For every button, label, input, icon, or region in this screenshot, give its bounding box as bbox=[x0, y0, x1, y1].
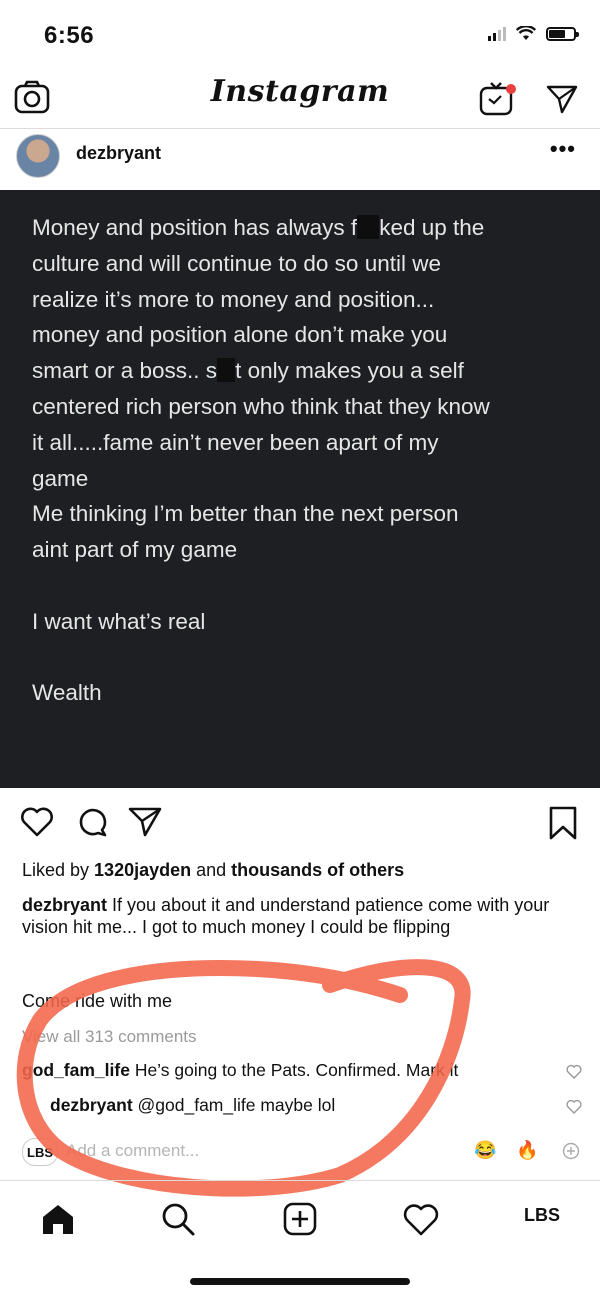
add-comment-input[interactable]: Add a comment... bbox=[66, 1141, 199, 1161]
image-text-line: ked up the bbox=[379, 215, 485, 240]
image-text-line: game bbox=[32, 465, 89, 491]
image-text-line: I want what’s real bbox=[32, 608, 206, 634]
comment-row: god_fam_life He’s going to the Pats. Con… bbox=[22, 1060, 458, 1081]
image-text-line: it all.....fame ain’t never been apart o… bbox=[32, 429, 439, 455]
bottom-tab-bar: LBS bbox=[0, 1180, 600, 1257]
image-text-line: centered rich person who think that they… bbox=[32, 393, 490, 419]
cellular-signal-icon bbox=[488, 26, 506, 41]
image-text-line: Wealth bbox=[32, 680, 102, 706]
comment-text: He’s going to the Pats. Confirmed. Mark … bbox=[129, 1060, 459, 1080]
image-text-line: Me thinking I’m better than the next per… bbox=[32, 501, 459, 527]
caption-username[interactable]: dezbryant bbox=[22, 895, 107, 915]
image-text-line: culture and will continue to do so until… bbox=[32, 250, 441, 276]
comment-row: dezbryant @god_fam_life maybe lol bbox=[50, 1095, 335, 1116]
comment-icon[interactable] bbox=[76, 806, 108, 838]
post-header: dezbryant ••• bbox=[0, 128, 600, 188]
comment-username[interactable]: dezbryant bbox=[50, 1095, 133, 1115]
status-time: 6:56 bbox=[44, 22, 95, 49]
post-image-text: Money and position has always f ked up th… bbox=[32, 210, 572, 711]
new-post-icon[interactable] bbox=[282, 1201, 318, 1237]
activity-heart-icon[interactable] bbox=[402, 1203, 440, 1237]
post-caption: dezbryant If you about it and understand… bbox=[22, 894, 582, 938]
caption-text-2: Come ride with me bbox=[22, 991, 173, 1011]
status-bar: 6:56 bbox=[0, 0, 600, 70]
comment-like-icon[interactable] bbox=[566, 1099, 582, 1114]
profile-tab[interactable]: LBS bbox=[524, 1205, 560, 1226]
likes-summary[interactable]: Liked by 1320jayden and thousands of oth… bbox=[22, 860, 404, 881]
app-header: Instagram bbox=[0, 70, 600, 129]
post-actions bbox=[0, 800, 600, 850]
likes-middle: and bbox=[191, 860, 232, 880]
image-text-line: smart or a boss.. s bbox=[32, 358, 218, 384]
share-icon[interactable] bbox=[128, 806, 162, 838]
image-text-line: money and position alone don’t make you bbox=[32, 322, 448, 348]
user-avatar[interactable] bbox=[16, 134, 60, 178]
status-icons bbox=[488, 26, 579, 41]
add-emoji-plus-icon[interactable] bbox=[562, 1142, 580, 1160]
likes-user[interactable]: 1320jayden bbox=[94, 860, 191, 880]
wifi-icon bbox=[516, 26, 536, 40]
comment-text: @god_fam_life maybe lol bbox=[132, 1095, 336, 1115]
comment-username[interactable]: god_fam_life bbox=[22, 1060, 130, 1080]
home-icon[interactable] bbox=[40, 1203, 76, 1235]
direct-message-icon[interactable] bbox=[546, 84, 578, 114]
image-text-line: realize it’s more to money and position.… bbox=[32, 286, 435, 312]
battery-icon bbox=[546, 26, 579, 41]
add-comment-row: LBS Add a comment... 😂 🔥 bbox=[22, 1138, 582, 1166]
view-all-comments-link[interactable]: View all 313 comments bbox=[22, 1027, 197, 1047]
image-text-line: Money and position has always f bbox=[32, 215, 358, 240]
home-indicator[interactable] bbox=[190, 1278, 410, 1285]
fire-emoji-icon[interactable]: 🔥 bbox=[516, 1140, 538, 1161]
redaction-box bbox=[357, 215, 380, 239]
comment-like-icon[interactable] bbox=[566, 1064, 582, 1079]
more-options-icon[interactable]: ••• bbox=[550, 136, 576, 162]
post-image[interactable]: Money and position has always f ked up th… bbox=[0, 190, 600, 788]
igtv-icon[interactable] bbox=[478, 80, 518, 116]
redaction-box bbox=[217, 358, 236, 383]
current-user-avatar: LBS bbox=[22, 1138, 58, 1166]
heart-icon[interactable] bbox=[20, 806, 54, 838]
post-username[interactable]: dezbryant bbox=[76, 143, 161, 164]
search-icon[interactable] bbox=[160, 1201, 196, 1237]
likes-others[interactable]: thousands of others bbox=[231, 860, 404, 880]
laughing-emoji-icon[interactable]: 😂 bbox=[474, 1140, 496, 1161]
image-text-line: t only makes you a self bbox=[235, 358, 464, 384]
bookmark-icon[interactable] bbox=[548, 806, 578, 840]
image-text-line: aint part of my game bbox=[32, 537, 238, 563]
likes-prefix: Liked by bbox=[22, 860, 95, 880]
